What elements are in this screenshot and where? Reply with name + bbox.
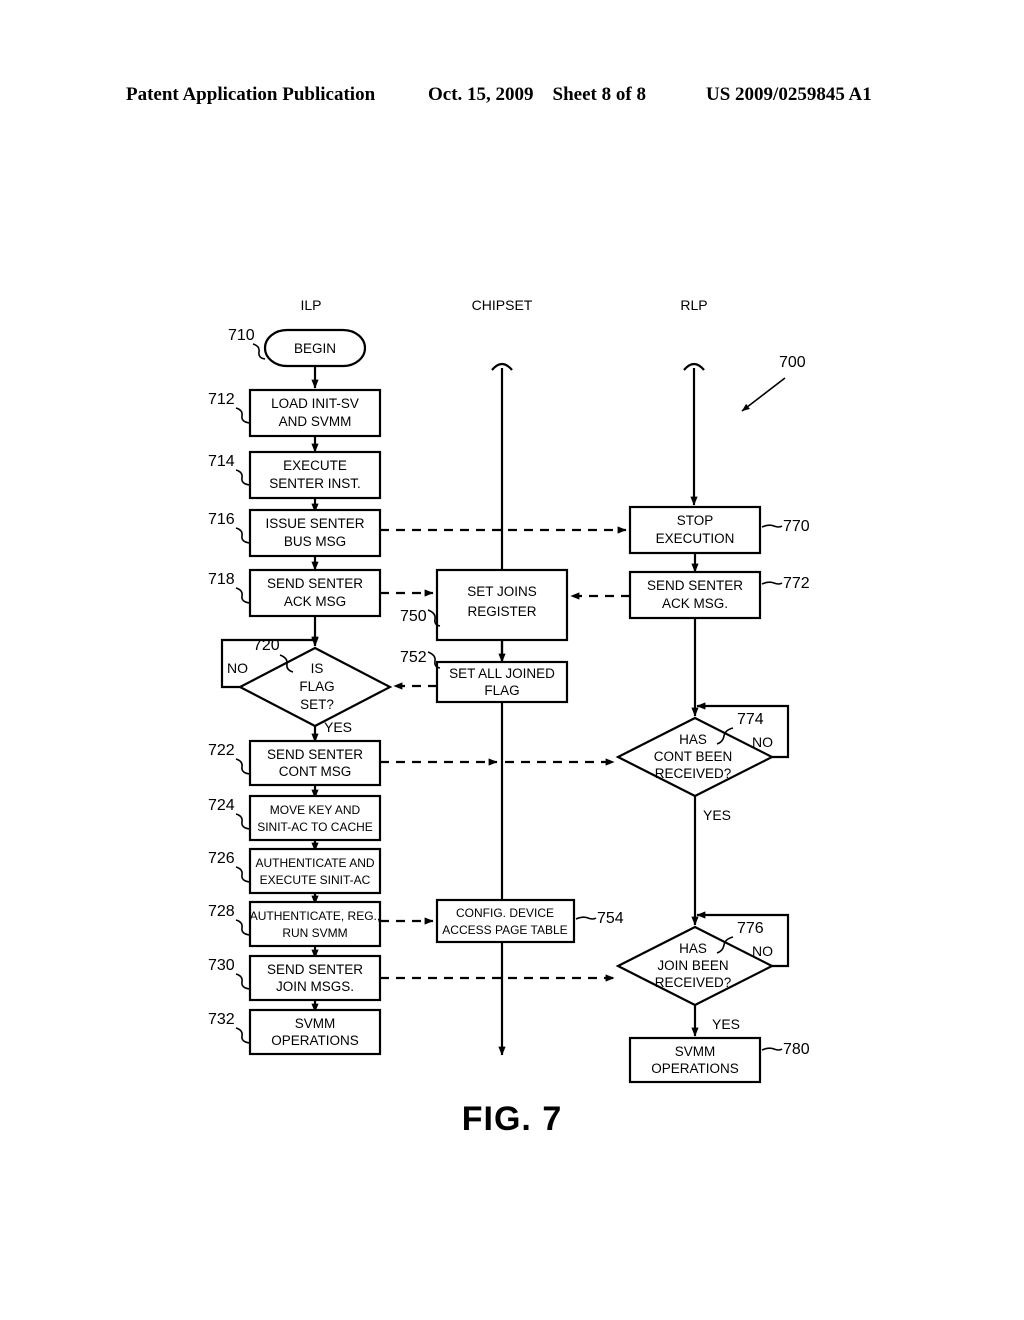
node-714-label-1: EXECUTE	[283, 458, 347, 473]
ref-730-leader	[235, 973, 251, 990]
node-720-label-3: SET?	[300, 697, 334, 712]
ref-730: 730	[208, 957, 235, 974]
ref-750: 750	[400, 608, 427, 625]
ref-710-leader	[252, 343, 266, 360]
node-712-label-1: LOAD INIT-SV	[271, 396, 359, 411]
node-780-label-2: OPERATIONS	[651, 1061, 739, 1076]
ref-724: 724	[208, 797, 235, 814]
node-720-label-1: IS	[311, 661, 324, 676]
node-772-label-2: ACK MSG.	[662, 596, 728, 611]
node-776-branch-no: NO	[752, 943, 773, 959]
ref-724-leader	[235, 813, 251, 830]
ref-732-leader	[235, 1027, 251, 1044]
ref-772: 772	[783, 575, 810, 592]
ref-712: 712	[208, 391, 235, 408]
node-710-label: BEGIN	[294, 341, 336, 356]
node-716-label-2: BUS MSG	[284, 534, 346, 549]
node-750-label-1: SET JOINS	[467, 584, 537, 599]
ref-700-arrow	[741, 377, 786, 412]
node-718-label-1: SEND SENTER	[267, 576, 363, 591]
node-752-label-2: FLAG	[484, 683, 519, 698]
ref-754-leader	[575, 916, 597, 920]
node-720-branch-no: NO	[227, 660, 248, 676]
flowchart-figure-7: ILP CHIPSET RLP 700 BEGIN 710 LOAD INIT-…	[208, 297, 810, 1138]
ref-752: 752	[400, 649, 427, 666]
node-718-label-2: ACK MSG	[284, 594, 346, 609]
node-776-label-3: RECEIVED?	[655, 975, 732, 990]
column-header-chipset: CHIPSET	[472, 297, 533, 313]
ref-712-leader	[235, 407, 251, 424]
node-772-label-1: SEND SENTER	[647, 578, 743, 593]
node-774-label-2: CONT BEEN	[654, 749, 733, 764]
patent-figure-page: Patent Application Publication Oct. 15, …	[0, 0, 1024, 1320]
node-728-label-1: AUTHENTICATE, REG.,	[250, 909, 380, 923]
ref-718: 718	[208, 571, 235, 588]
ref-714: 714	[208, 453, 235, 470]
ref-770-leader	[761, 524, 783, 528]
column-header-rlp: RLP	[680, 297, 707, 313]
ref-780: 780	[783, 1041, 810, 1058]
ref-780-leader	[761, 1047, 783, 1051]
node-754-label-2: ACCESS PAGE TABLE	[442, 923, 567, 937]
node-722-label-1: SEND SENTER	[267, 747, 363, 762]
node-770-label-1: STOP	[677, 513, 714, 528]
node-732-label-2: OPERATIONS	[271, 1033, 359, 1048]
node-724-label-1: MOVE KEY AND	[270, 803, 361, 817]
node-730-label-2: JOIN MSGS.	[276, 979, 354, 994]
ref-728-leader	[235, 919, 251, 936]
node-776-label-2: JOIN BEEN	[657, 958, 728, 973]
node-776-label-1: HAS	[679, 941, 707, 956]
node-712-label-2: AND SVMM	[279, 414, 352, 429]
ref-710: 710	[228, 327, 255, 344]
node-774-label-1: HAS	[679, 732, 707, 747]
ref-774: 774	[737, 711, 764, 728]
node-728-label-2: RUN SVMM	[282, 926, 347, 940]
node-720-branch-yes: YES	[324, 719, 352, 735]
ref-700: 700	[779, 354, 806, 371]
ref-776: 776	[737, 920, 764, 937]
node-730-label-1: SEND SENTER	[267, 962, 363, 977]
ref-728: 728	[208, 903, 235, 920]
node-754-label-1: CONFIG. DEVICE	[456, 906, 554, 920]
node-724-label-2: SINIT-AC TO CACHE	[257, 820, 373, 834]
node-752-label-1: SET ALL JOINED	[449, 666, 555, 681]
node-720-label-2: FLAG	[299, 679, 334, 694]
node-714-label-2: SENTER INST.	[269, 476, 361, 491]
ref-726-leader	[235, 866, 251, 883]
node-776-branch-yes: YES	[712, 1016, 740, 1032]
ref-716: 716	[208, 511, 235, 528]
node-726-label-1: AUTHENTICATE AND	[255, 856, 374, 870]
ref-732: 732	[208, 1011, 235, 1028]
ref-714-leader	[235, 469, 251, 486]
ref-726: 726	[208, 850, 235, 867]
node-722-label-2: CONT MSG	[279, 764, 352, 779]
ref-722: 722	[208, 742, 235, 759]
node-774-branch-yes: YES	[703, 807, 731, 823]
node-774-branch-no: NO	[752, 734, 773, 750]
ref-754: 754	[597, 910, 624, 927]
node-750-label-2: REGISTER	[467, 604, 536, 619]
ref-770: 770	[783, 518, 810, 535]
ref-772-leader	[761, 581, 783, 585]
ref-716-leader	[235, 527, 251, 544]
node-726-label-2: EXECUTE SINIT-AC	[260, 873, 371, 887]
column-header-ilp: ILP	[300, 297, 321, 313]
node-780-label-1: SVMM	[675, 1044, 716, 1059]
figure-caption: FIG. 7	[462, 1100, 562, 1138]
node-732-label-1: SVMM	[295, 1016, 336, 1031]
node-770-label-2: EXECUTION	[656, 531, 735, 546]
ref-718-leader	[235, 587, 251, 604]
node-774-label-3: RECEIVED?	[655, 766, 732, 781]
ref-722-leader	[235, 758, 251, 775]
node-716-label-1: ISSUE SENTER	[265, 516, 364, 531]
